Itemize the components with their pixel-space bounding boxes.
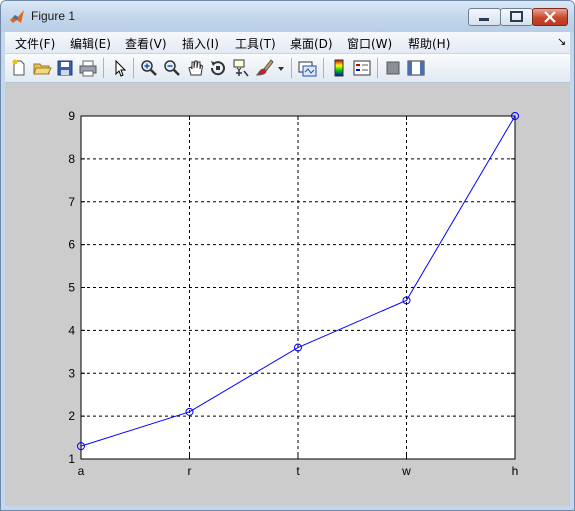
maximize-icon: [510, 11, 523, 22]
close-button[interactable]: [532, 8, 568, 26]
menu-dock-arrow-icon[interactable]: ↘: [557, 35, 566, 48]
menu-edit[interactable]: 编辑(E): [70, 35, 111, 52]
menu-view[interactable]: 查看(V): [125, 35, 167, 52]
y-tick-label: 9: [68, 109, 75, 123]
close-icon: [544, 11, 556, 23]
colorbar-icon[interactable]: [329, 58, 349, 78]
y-tick-label: 7: [68, 195, 75, 209]
save-icon[interactable]: [55, 58, 75, 78]
menu-bar: 文件(F) 编辑(E) 查看(V) 插入(I) 工具(T) 桌面(D) 窗口(W…: [5, 32, 570, 53]
toolbar-separator: [291, 58, 292, 78]
zoom-in-icon[interactable]: [139, 58, 159, 78]
minimize-icon: [479, 18, 489, 21]
menu-insert[interactable]: 插入(I): [182, 35, 219, 52]
x-tick-label: h: [512, 464, 519, 478]
maximize-button[interactable]: [500, 8, 533, 26]
minimize-button[interactable]: [468, 8, 501, 26]
y-tick-label: 8: [68, 152, 75, 166]
matlab-logo-icon: [9, 9, 25, 25]
show-plot-tools-icon[interactable]: [406, 58, 426, 78]
hide-plot-tools-icon[interactable]: [383, 58, 403, 78]
figure-canvas: 1 2 3 4 5 6 7 8 9 a r t w h: [5, 83, 570, 506]
toolbar-separator: [323, 58, 324, 78]
figure-toolbar: [5, 54, 570, 83]
toolbar-separator: [377, 58, 378, 78]
x-tick-label: w: [401, 464, 411, 478]
y-tick-label: 2: [68, 409, 75, 423]
pan-hand-icon[interactable]: [185, 58, 205, 78]
data-cursor-icon[interactable]: [231, 58, 251, 78]
x-tick-label: a: [78, 464, 85, 478]
select-arrow-icon[interactable]: [109, 58, 129, 78]
menu-tools[interactable]: 工具(T): [235, 35, 276, 52]
x-tick-label: t: [296, 464, 300, 478]
legend-icon[interactable]: [352, 58, 372, 78]
open-file-icon[interactable]: [32, 58, 52, 78]
title-bar[interactable]: Figure 1: [1, 1, 574, 32]
figure-window: Figure 1 文件(F) 编辑(E) 查看(V) 插入(I) 工具(T) 桌…: [0, 0, 575, 511]
brush-icon[interactable]: [255, 58, 275, 78]
toolbar-separator: [133, 58, 134, 78]
menu-window[interactable]: 窗口(W): [347, 35, 392, 52]
x-tick-label: r: [188, 464, 192, 478]
zoom-out-icon[interactable]: [162, 58, 182, 78]
link-plot-icon[interactable]: [297, 58, 317, 78]
y-tick-label: 1: [68, 452, 75, 466]
menu-desktop[interactable]: 桌面(D): [290, 35, 333, 52]
menu-file[interactable]: 文件(F): [15, 35, 55, 52]
y-tick-label: 3: [68, 366, 75, 380]
line-plot[interactable]: 1 2 3 4 5 6 7 8 9 a r t w h: [5, 83, 570, 506]
y-tick-label: 6: [68, 238, 75, 252]
print-icon[interactable]: [78, 58, 98, 78]
rotate-3d-icon[interactable]: [208, 58, 228, 78]
brush-dropdown-icon[interactable]: [276, 58, 286, 78]
y-tick-label: 5: [68, 281, 75, 295]
menu-help[interactable]: 帮助(H): [408, 35, 450, 52]
toolbar-separator: [103, 58, 104, 78]
new-figure-icon[interactable]: [9, 58, 29, 78]
window-title: Figure 1: [31, 9, 76, 23]
y-tick-label: 4: [68, 323, 75, 337]
